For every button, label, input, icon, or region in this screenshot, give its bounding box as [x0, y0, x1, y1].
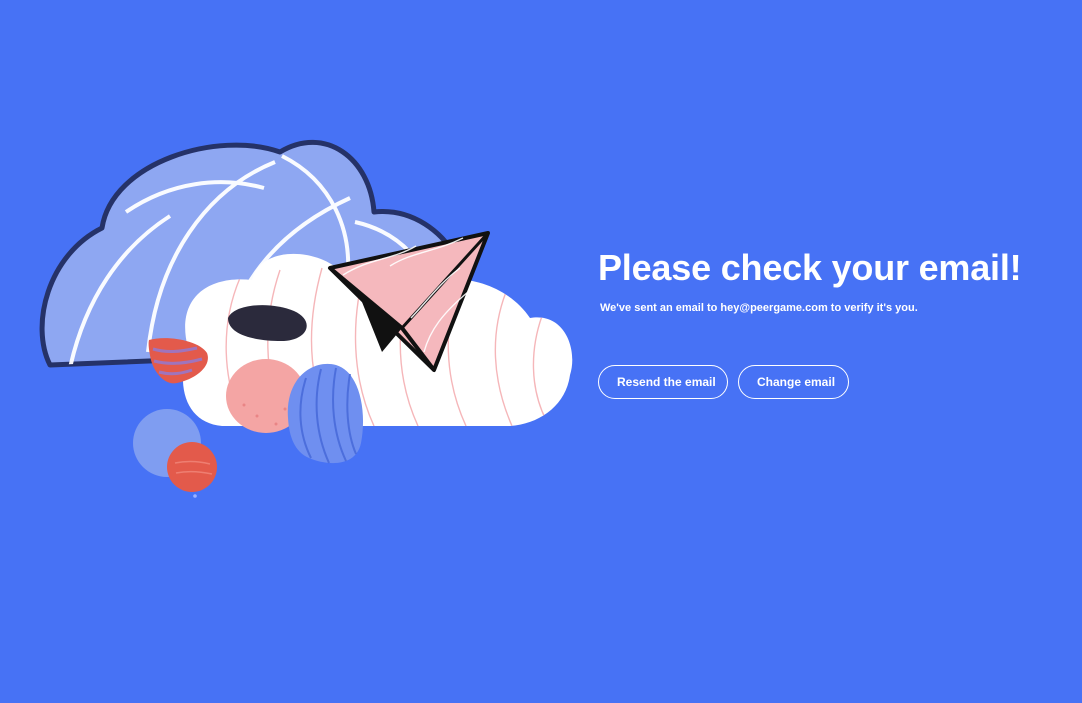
email-actions: Resend the email Change email	[598, 365, 1058, 399]
change-email-button[interactable]: Change email	[738, 365, 849, 399]
page-title: Please check your email!	[598, 247, 1022, 288]
resend-email-button[interactable]: Resend the email	[598, 365, 728, 399]
email-verification-page: Please check your email! We've sent an e…	[0, 0, 1082, 703]
verification-message: Please check your email! We've sent an e…	[598, 246, 1058, 399]
cloud-paper-plane-illustration	[39, 139, 573, 498]
verification-subtitle: We've sent an email to hey@peergame.com …	[600, 302, 918, 314]
